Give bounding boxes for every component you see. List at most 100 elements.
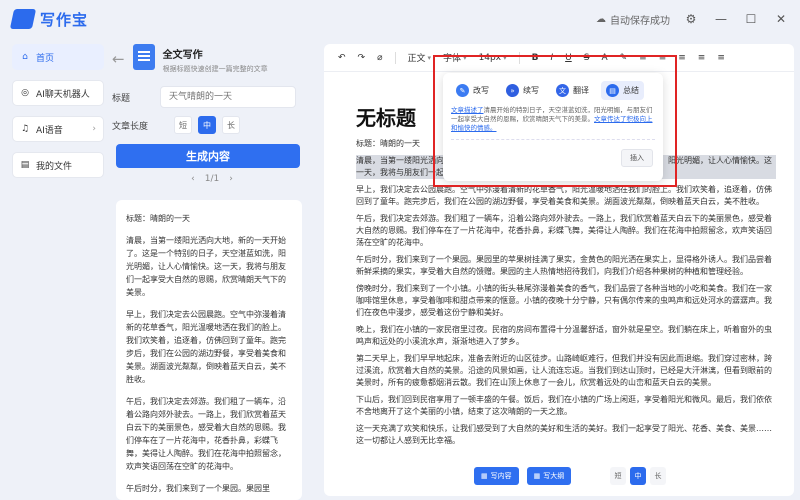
write-outline-label: 写大纲 bbox=[543, 472, 565, 480]
close-icon[interactable]: ✕ bbox=[772, 10, 790, 28]
align-center-button[interactable]: ≡ bbox=[659, 53, 667, 63]
result-card: 标题：晴朗的一天 清晨，当第一缕阳光洒向大地，新的一天开始了。这是一个特别的日子… bbox=[116, 200, 302, 500]
chat-icon: ◎ bbox=[21, 88, 29, 98]
sidebar-item-label: 我的文件 bbox=[36, 161, 73, 172]
doc-paragraph[interactable]: 午后时分，我们来到了一个果园。果园里的苹果树挂满了果实，金黄色的阳光洒在果实上，… bbox=[356, 254, 776, 278]
pencil-icon: ✎ bbox=[456, 84, 469, 97]
chevron-down-icon: ▾ bbox=[427, 53, 432, 62]
logo-icon bbox=[9, 9, 37, 29]
redo-button[interactable]: ↷ bbox=[358, 53, 366, 63]
title-input[interactable] bbox=[160, 86, 296, 108]
font-label: 字体 bbox=[443, 54, 462, 64]
insert-button[interactable]: 插入 bbox=[621, 149, 653, 167]
result-paragraph: 早上，我们决定去公园晨跑。空气中弥漫着清新的花草香气，阳光温暖地洒在我们的脸上。… bbox=[126, 310, 286, 384]
autosave-label: 自动保存成功 bbox=[610, 15, 670, 27]
font-size-label: 14px bbox=[478, 52, 502, 63]
back-arrow-icon[interactable]: ← bbox=[112, 50, 125, 68]
doc-paragraph[interactable]: 这一天充满了欢笑和快乐，让我们感受到了大自然的美好和生活的美好。我们一起享受了阳… bbox=[356, 423, 776, 447]
text-color-button[interactable]: A bbox=[601, 53, 607, 63]
sidebar-item-label: 首页 bbox=[36, 53, 55, 64]
write-outline-button[interactable]: ▦ 写大纲 bbox=[526, 467, 572, 485]
translate-button[interactable]: 文 翻译 bbox=[551, 81, 594, 100]
fast-forward-icon: » bbox=[506, 84, 519, 97]
translate-icon: 文 bbox=[556, 84, 569, 97]
continue-button[interactable]: » 续写 bbox=[501, 81, 544, 100]
summary-text: 文章描述了清晨开始的特别日子，天空湛蓝如洗，阳光明媚，与朋友们一起享受大自然的恩… bbox=[451, 106, 655, 140]
bottom-length-long[interactable]: 长 bbox=[650, 467, 666, 485]
chevron-down-icon: ▾ bbox=[503, 53, 507, 62]
file-icon: ▤ bbox=[20, 160, 30, 170]
home-icon: ⌂ bbox=[22, 52, 28, 62]
justify-button[interactable]: ≡ bbox=[698, 53, 706, 63]
result-paragraph: 午后，我们决定去郊游。我们租了一辆车，沿着公路向郊外驶去。一路上，我们欣赏着蓝天… bbox=[126, 397, 286, 471]
chevron-right-icon: › bbox=[92, 124, 96, 134]
voice-icon: ♫ bbox=[20, 124, 30, 134]
editor-toolbar: ↶ ↷ ⌀ 正文 ▾ 字体 ▾ 14px ▾ B I U S A ✎ ≡ ≡ ≡ ≡ … bbox=[324, 44, 794, 72]
length-long-button[interactable]: 长 bbox=[222, 116, 240, 134]
result-paragraph: 午后时分，我们来到了一个果园。果园里 bbox=[126, 484, 270, 493]
length-medium-button[interactable]: 中 bbox=[198, 116, 216, 134]
paragraph-style-label: 正文 bbox=[407, 54, 426, 64]
rewrite-label: 改写 bbox=[473, 86, 489, 95]
list-button[interactable]: ≡ bbox=[717, 53, 725, 63]
sidebar-item-voice[interactable]: ♫ AI语音 › bbox=[12, 116, 104, 142]
generate-button[interactable]: 生成内容 bbox=[116, 144, 300, 168]
page-indicator: 1/1 bbox=[204, 174, 220, 184]
autosave-status: ☁ 自动保存成功 bbox=[596, 12, 670, 27]
underline-button[interactable]: U bbox=[565, 53, 572, 63]
doc-paragraph[interactable]: 早上，我们决定去公园晨跑。空气中弥漫着清新的花草香气，阳光温暖地洒在我们的脸上。… bbox=[356, 184, 776, 208]
align-left-button[interactable]: ≡ bbox=[639, 53, 647, 63]
title-bar: 写作宝 ☁ 自动保存成功 ⚙ — ☐ ✕ bbox=[0, 0, 800, 38]
sidebar-item-label: AI聊天机器人 bbox=[36, 89, 90, 100]
app-logo: 写作宝 bbox=[9, 9, 89, 30]
strikethrough-button[interactable]: S bbox=[584, 53, 590, 63]
doc-paragraph[interactable]: 第二天早上，我们早早地起床，准备去附近的山区徒步。山路崎岖难行，但我们并没有因此… bbox=[356, 353, 776, 389]
doc-paragraph[interactable]: 下山后，我们回到民宿享用了一顿丰盛的午餐。饭后，我们在小镇的广场上闲逛，享受着阳… bbox=[356, 394, 776, 418]
summary-link[interactable]: 文章描述了 bbox=[451, 106, 484, 114]
doc-paragraph[interactable]: 傍晚时分，我们来到了一个小镇。小镇的街头巷尾弥漫着美食的香气，我们品尝了各种当地… bbox=[356, 283, 776, 319]
bold-button[interactable]: B bbox=[532, 53, 539, 63]
write-content-button[interactable]: ▦ 写内容 bbox=[474, 467, 519, 485]
title-label: 标题 bbox=[112, 93, 131, 104]
prev-page-icon[interactable]: ‹ bbox=[191, 174, 195, 184]
summarize-button[interactable]: ▤ 总结 bbox=[601, 81, 644, 100]
minimize-icon[interactable]: — bbox=[712, 10, 730, 28]
highlight-button[interactable]: ✎ bbox=[620, 53, 628, 63]
writing-panel: ← 全文写作 根据标题快速创建一篇完整的文章 标题 文章长度 短 中 长 生成内… bbox=[112, 44, 312, 500]
toolbar-divider bbox=[518, 51, 520, 64]
ai-assist-popup: ✎ 改写 » 续写 文 翻译 ▤ 总结 文章描述了清晨开始的特别日子，天空湛蓝如… bbox=[443, 73, 663, 181]
translate-label: 翻译 bbox=[573, 86, 589, 95]
doc-paragraph[interactable]: 晚上，我们在小镇的一家民宿里过夜。民宿的房间布置得十分温馨舒适，窗外就是星空。我… bbox=[356, 324, 776, 348]
bottom-action-bar: ▦ 写内容 ▦ 写大纲 bbox=[474, 467, 572, 485]
clear-format-button[interactable]: ⌀ bbox=[377, 53, 382, 63]
toolbar-divider bbox=[394, 51, 396, 64]
rewrite-button[interactable]: ✎ 改写 bbox=[451, 81, 494, 100]
length-short-button[interactable]: 短 bbox=[174, 116, 192, 134]
align-right-button[interactable]: ≡ bbox=[678, 53, 686, 63]
sidebar-item-label: AI语音 bbox=[36, 125, 63, 136]
write-content-label: 写内容 bbox=[490, 472, 512, 480]
result-paragraph: 标题：晴朗的一天 bbox=[126, 214, 190, 223]
pager: ‹ 1/1 › bbox=[112, 174, 312, 184]
sidebar-item-chatbot[interactable]: ◎ AI聊天机器人 bbox=[12, 80, 104, 106]
app-name: 写作宝 bbox=[40, 10, 89, 29]
bottom-length-short[interactable]: 短 bbox=[610, 467, 626, 485]
bottom-length-medium[interactable]: 中 bbox=[630, 467, 646, 485]
document-icon bbox=[132, 44, 155, 70]
doc-paragraph[interactable]: 午后，我们决定去郊游。我们租了一辆车，沿着公路向郊外驶去。一路上，我们欣赏着蓝天… bbox=[356, 213, 776, 249]
font-size-select[interactable]: 14px ▾ bbox=[479, 53, 507, 63]
sidebar-item-files[interactable]: ▤ 我的文件 bbox=[12, 152, 104, 178]
result-paragraph: 清晨，当第一缕阳光洒向大地，新的一天开始了。这是一个特别的日子，天空湛蓝如洗，阳… bbox=[126, 236, 286, 297]
settings-icon[interactable]: ⚙ bbox=[682, 10, 700, 28]
length-label: 文章长度 bbox=[112, 121, 149, 132]
bottom-length-selector: 短 中 长 bbox=[610, 467, 666, 485]
sidebar-item-home[interactable]: ⌂ 首页 bbox=[12, 44, 104, 70]
undo-button[interactable]: ↶ bbox=[338, 53, 346, 63]
panel-title: 全文写作 bbox=[162, 50, 203, 61]
sidebar: ⌂ 首页 ◎ AI聊天机器人 ♫ AI语音 › ▤ 我的文件 bbox=[12, 44, 104, 188]
font-select[interactable]: 字体 ▾ bbox=[443, 51, 467, 65]
next-page-icon[interactable]: › bbox=[229, 174, 233, 184]
paragraph-style-select[interactable]: 正文 ▾ bbox=[407, 51, 432, 65]
maximize-icon[interactable]: ☐ bbox=[742, 10, 760, 28]
italic-button[interactable]: I bbox=[550, 53, 553, 63]
